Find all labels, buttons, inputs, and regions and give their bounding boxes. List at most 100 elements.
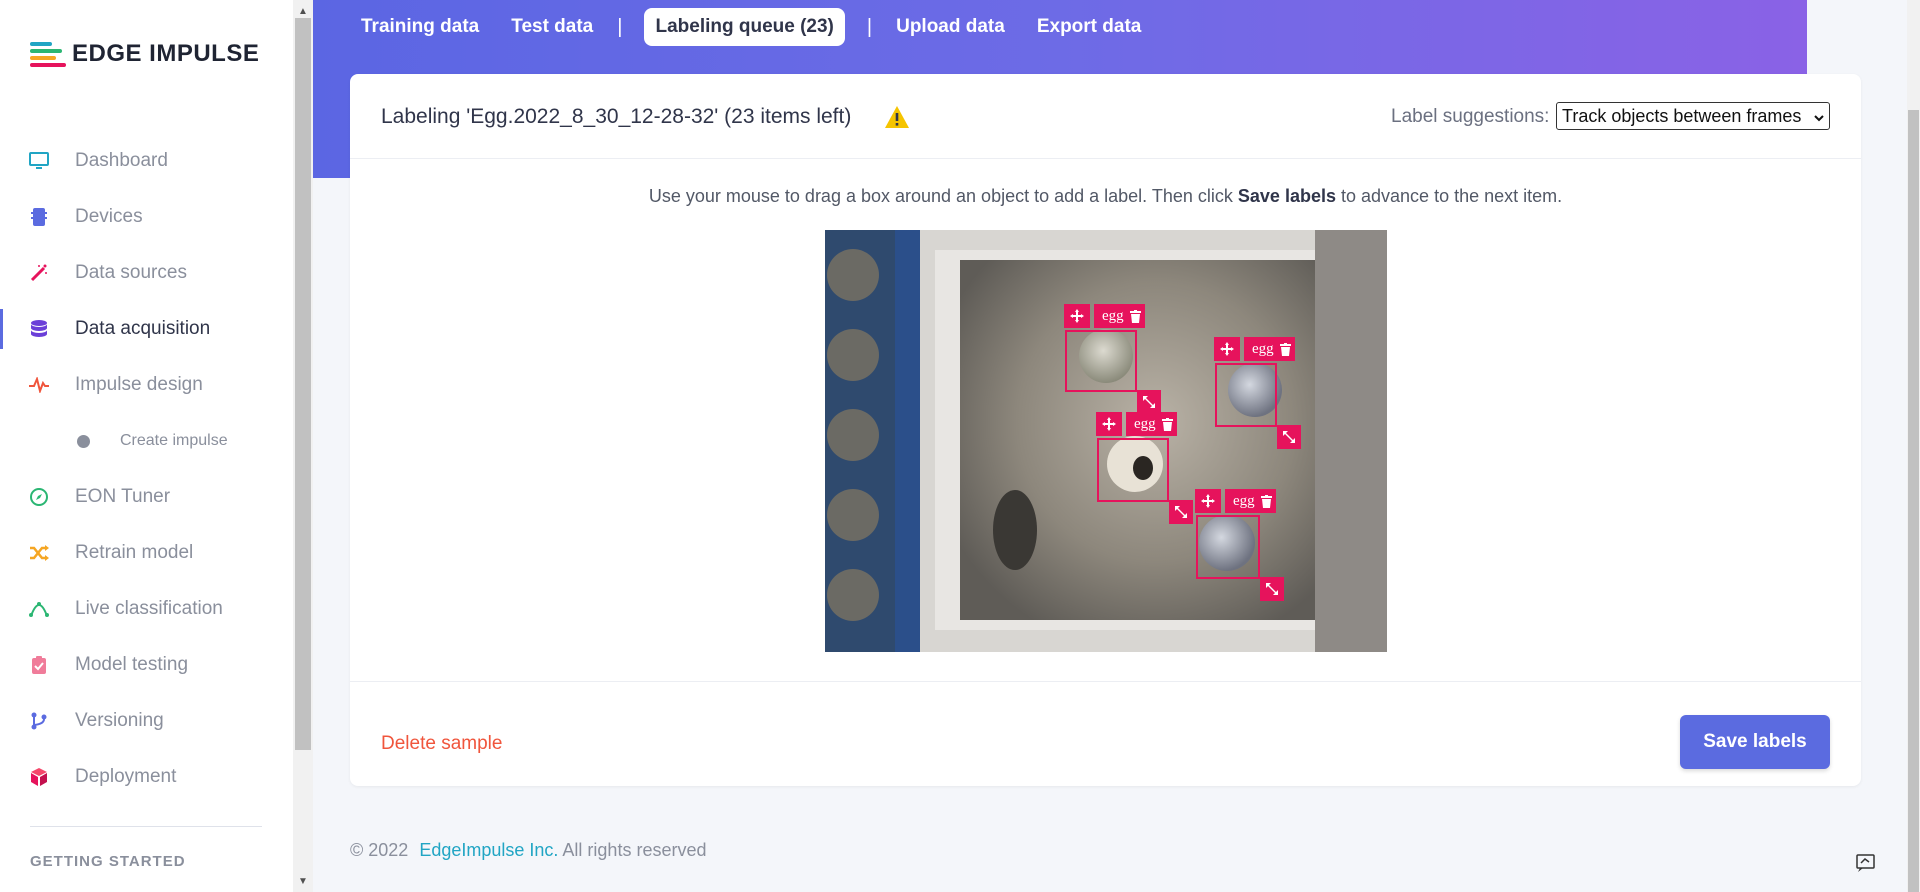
sidebar: EDGE IMPULSE Dashboard Devices Data sour… bbox=[0, 0, 293, 892]
tab-test-data[interactable]: Test data bbox=[495, 8, 609, 46]
shuffle-icon bbox=[29, 543, 49, 563]
chip-icon bbox=[29, 207, 49, 227]
sidebar-item-data-sources[interactable]: Data sources bbox=[0, 253, 293, 293]
sidebar-item-model-testing[interactable]: Model testing bbox=[0, 645, 293, 685]
sidebar-item-label: Impulse design bbox=[75, 374, 203, 395]
sidebar-item-label: Versioning bbox=[75, 710, 164, 731]
card-footer: Delete sample Save labels bbox=[350, 681, 1861, 786]
logo[interactable]: EDGE IMPULSE bbox=[30, 40, 259, 68]
sidebar-item-label: Devices bbox=[75, 206, 143, 227]
resize-icon[interactable] bbox=[1277, 425, 1301, 449]
trash-icon[interactable] bbox=[1129, 309, 1141, 323]
label-suggestions-select[interactable]: Track objects between frames bbox=[1556, 102, 1830, 130]
move-icon[interactable] bbox=[1064, 304, 1090, 328]
rights-text: All rights reserved bbox=[562, 840, 707, 860]
trash-icon[interactable] bbox=[1279, 342, 1291, 356]
delete-sample-link[interactable]: Delete sample bbox=[381, 733, 502, 755]
chevron-down-icon bbox=[1814, 106, 1824, 127]
sidebar-item-label: Retrain model bbox=[75, 542, 194, 563]
label-suggestions-value: Track objects between frames bbox=[1562, 105, 1802, 126]
page-footer: © 2022 EdgeImpulse Inc. All rights reser… bbox=[350, 840, 706, 861]
feedback-icon[interactable] bbox=[1855, 853, 1877, 873]
sidebar-item-label: Dashboard bbox=[75, 150, 168, 171]
monitor-icon bbox=[29, 151, 49, 171]
sidebar-subitem-create-impulse[interactable]: Create impulse bbox=[0, 425, 293, 457]
page-scrollbar[interactable] bbox=[1907, 0, 1920, 892]
sidebar-item-devices[interactable]: Devices bbox=[0, 197, 293, 237]
copyright-text: © 2022 bbox=[350, 840, 409, 860]
trash-icon[interactable] bbox=[1161, 417, 1173, 431]
compass-icon bbox=[29, 487, 49, 507]
bbox-label[interactable]: egg bbox=[1094, 304, 1145, 328]
sidebar-divider bbox=[30, 826, 262, 827]
branch-icon bbox=[29, 711, 49, 731]
scrollbar-thumb[interactable] bbox=[1908, 110, 1919, 892]
bbox-label[interactable]: egg bbox=[1244, 337, 1295, 361]
move-icon[interactable] bbox=[1214, 337, 1240, 361]
sidebar-item-label: Live classification bbox=[75, 598, 223, 619]
sidebar-item-label: Data acquisition bbox=[75, 318, 211, 339]
data-tabs: Training data Test data | Labeling queue… bbox=[345, 8, 1157, 46]
bbox-label-text: egg bbox=[1252, 340, 1274, 357]
sidebar-item-label: EON Tuner bbox=[75, 486, 171, 507]
pulse-icon bbox=[29, 375, 49, 395]
resize-icon[interactable] bbox=[1137, 390, 1161, 414]
sidebar-item-impulse-design[interactable]: Impulse design bbox=[0, 365, 293, 405]
instructions-text: Use your mouse to drag a box around an o… bbox=[648, 186, 1233, 206]
bullet-icon bbox=[77, 434, 90, 448]
trash-icon[interactable] bbox=[1260, 494, 1272, 508]
bbox-label[interactable]: egg bbox=[1126, 412, 1177, 436]
bounding-box[interactable]: egg bbox=[1214, 337, 1301, 449]
sidebar-item-label: Deployment bbox=[75, 766, 177, 787]
bbox-label-text: egg bbox=[1233, 492, 1255, 509]
bbox-label-text: egg bbox=[1102, 307, 1124, 324]
bbox-label-text: egg bbox=[1134, 415, 1156, 432]
sidebar-item-live-classification[interactable]: Live classification bbox=[0, 589, 293, 629]
bounding-box[interactable]: egg bbox=[1064, 304, 1161, 414]
clipboard-icon bbox=[29, 655, 49, 675]
sidebar-section-title: GETTING STARTED bbox=[30, 853, 186, 870]
wand-icon bbox=[29, 263, 49, 283]
sidebar-item-dashboard[interactable]: Dashboard bbox=[0, 141, 293, 181]
scrollbar-thumb[interactable] bbox=[295, 18, 311, 750]
bounding-box[interactable]: egg bbox=[1096, 412, 1193, 524]
resize-icon[interactable] bbox=[1169, 500, 1193, 524]
tab-labeling-queue[interactable]: Labeling queue (23) bbox=[644, 8, 845, 46]
tab-export-data[interactable]: Export data bbox=[1021, 8, 1158, 46]
sidebar-item-eon-tuner[interactable]: EON Tuner bbox=[0, 477, 293, 517]
sidebar-subitem-label: Create impulse bbox=[120, 432, 228, 449]
resize-icon[interactable] bbox=[1260, 577, 1284, 601]
box-icon bbox=[29, 767, 49, 787]
label-suggestions-label: Label suggestions: bbox=[1391, 106, 1550, 127]
logo-icon bbox=[30, 40, 68, 68]
move-icon[interactable] bbox=[1195, 489, 1221, 513]
card-header: Labeling 'Egg.2022_8_30_12-28-32' (23 it… bbox=[350, 74, 1861, 159]
labeling-canvas[interactable]: egg egg egg egg bbox=[825, 230, 1387, 652]
move-icon[interactable] bbox=[1096, 412, 1122, 436]
sidebar-scrollbar[interactable]: ▲ ▼ bbox=[293, 0, 313, 892]
scroll-down-icon[interactable]: ▼ bbox=[298, 876, 308, 887]
sidebar-item-versioning[interactable]: Versioning bbox=[0, 701, 293, 741]
labeling-card: Labeling 'Egg.2022_8_30_12-28-32' (23 it… bbox=[350, 74, 1861, 786]
bezier-icon bbox=[29, 599, 49, 619]
instructions-text: to advance to the next item. bbox=[1341, 186, 1563, 206]
sidebar-item-retrain-model[interactable]: Retrain model bbox=[0, 533, 293, 573]
sidebar-item-deployment[interactable]: Deployment bbox=[0, 757, 293, 797]
sidebar-item-label: Model testing bbox=[75, 654, 189, 675]
tab-separator: | bbox=[617, 15, 623, 38]
labeling-title: Labeling 'Egg.2022_8_30_12-28-32' (23 it… bbox=[381, 105, 852, 128]
scroll-up-icon[interactable]: ▲ bbox=[298, 6, 308, 17]
save-labels-button[interactable]: Save labels bbox=[1680, 715, 1830, 769]
brand-name: EDGE IMPULSE bbox=[72, 40, 260, 67]
sidebar-item-data-acquisition[interactable]: Data acquisition bbox=[0, 309, 293, 349]
tab-separator: | bbox=[866, 15, 873, 38]
sidebar-item-label: Data sources bbox=[75, 262, 187, 283]
bbox-label[interactable]: egg bbox=[1225, 489, 1276, 513]
warning-icon[interactable] bbox=[884, 105, 910, 134]
bounding-box[interactable]: egg bbox=[1195, 489, 1284, 601]
tab-upload-data[interactable]: Upload data bbox=[880, 8, 1021, 46]
company-link[interactable]: EdgeImpulse Inc. bbox=[419, 840, 558, 860]
tab-training-data[interactable]: Training data bbox=[345, 8, 495, 46]
database-icon bbox=[29, 319, 49, 339]
labeling-instructions: Use your mouse to drag a box around an o… bbox=[350, 186, 1861, 207]
